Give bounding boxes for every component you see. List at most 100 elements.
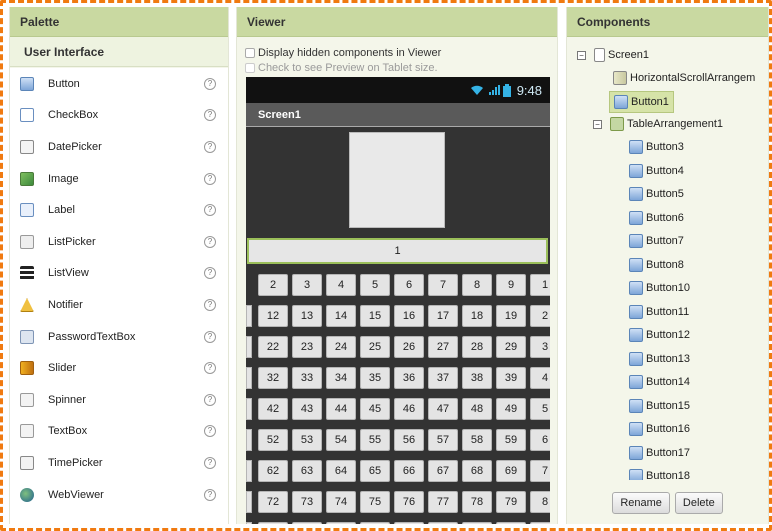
grid-button[interactable]: 64	[326, 460, 356, 482]
tablet-preview-checkbox[interactable]	[245, 62, 255, 73]
grid-button[interactable]: 35	[360, 367, 390, 389]
image-component[interactable]	[349, 132, 445, 228]
grid-button[interactable]: 84	[326, 522, 356, 524]
tree-node-button16[interactable]: Button16	[629, 419, 690, 439]
grid-button[interactable]: 5	[530, 398, 550, 420]
tree-node-hscroll[interactable]: HorizontalScrollArrangem	[613, 68, 755, 88]
grid-button[interactable]: 19	[496, 305, 526, 327]
delete-button[interactable]: Delete	[674, 492, 723, 514]
grid-button[interactable]: 23	[292, 336, 322, 358]
grid-button[interactable]: 79	[496, 491, 526, 513]
grid-button[interactable]: 55	[360, 429, 390, 451]
tree-node-button5[interactable]: Button5	[629, 184, 684, 204]
grid-button[interactable]: 2	[530, 305, 550, 327]
grid-button[interactable]: 36	[394, 367, 424, 389]
grid-button[interactable]: 66	[394, 460, 424, 482]
display-hidden-option[interactable]: Display hidden components in Viewer	[245, 45, 557, 60]
grid-left-cell[interactable]	[246, 398, 252, 420]
grid-button[interactable]: 46	[394, 398, 424, 420]
grid-button[interactable]: 63	[292, 460, 322, 482]
tree-node-button13[interactable]: Button13	[629, 349, 690, 369]
grid-button[interactable]: 14	[326, 305, 356, 327]
help-icon[interactable]: ?	[204, 456, 216, 469]
grid-button[interactable]: 62	[258, 460, 288, 482]
grid-button[interactable]: 56	[394, 429, 424, 451]
grid-button[interactable]: 33	[292, 367, 322, 389]
tablet-preview-option[interactable]: Check to see Preview on Tablet size.	[245, 60, 557, 75]
grid-button[interactable]: 85	[360, 522, 390, 524]
grid-button[interactable]: 37	[428, 367, 458, 389]
help-icon[interactable]: ?	[204, 425, 216, 438]
help-icon[interactable]: ?	[204, 235, 216, 248]
grid-left-cell[interactable]	[246, 522, 252, 524]
grid-button[interactable]: 34	[326, 367, 356, 389]
tree-node-button7[interactable]: Button7	[629, 231, 684, 251]
grid-button[interactable]: 48	[462, 398, 492, 420]
grid-left-cell[interactable]	[246, 460, 252, 482]
grid-button[interactable]: 4	[326, 274, 356, 296]
grid-button[interactable]: 8	[462, 274, 492, 296]
grid-button[interactable]: 13	[292, 305, 322, 327]
grid-button[interactable]: 59	[496, 429, 526, 451]
grid-button[interactable]: 67	[428, 460, 458, 482]
help-icon[interactable]: ?	[204, 298, 216, 311]
tree-node-button10[interactable]: Button10	[629, 278, 690, 298]
grid-button[interactable]: 76	[394, 491, 424, 513]
grid-button[interactable]: 45	[360, 398, 390, 420]
grid-button[interactable]: 87	[428, 522, 458, 524]
grid-button[interactable]: 65	[360, 460, 390, 482]
tree-node-button4[interactable]: Button4	[629, 161, 684, 181]
grid-button[interactable]: 6	[530, 429, 550, 451]
grid-left-cell[interactable]	[246, 491, 252, 513]
grid-left-cell[interactable]	[246, 305, 252, 327]
palette-item-checkbox[interactable]: CheckBox?	[10, 100, 228, 132]
grid-button[interactable]: 68	[462, 460, 492, 482]
tree-node-button14[interactable]: Button14	[629, 372, 690, 392]
grid-button[interactable]: 58	[462, 429, 492, 451]
palette-item-listview[interactable]: ListView?	[10, 258, 228, 290]
collapse-icon[interactable]: −	[593, 119, 602, 129]
help-icon[interactable]: ?	[204, 77, 216, 90]
grid-button[interactable]: 5	[360, 274, 390, 296]
grid-button[interactable]: 47	[428, 398, 458, 420]
help-icon[interactable]: ?	[204, 488, 216, 501]
grid-button[interactable]: 42	[258, 398, 288, 420]
grid-button[interactable]: 8	[530, 491, 550, 513]
help-icon[interactable]: ?	[204, 204, 216, 217]
tree-node-button17[interactable]: Button17	[629, 443, 690, 463]
grid-button[interactable]: 75	[360, 491, 390, 513]
grid-button[interactable]: 43	[292, 398, 322, 420]
palette-item-passwordtextbox[interactable]: PasswordTextBox?	[10, 321, 228, 353]
palette-item-datepicker[interactable]: DatePicker?	[10, 131, 228, 163]
palette-item-spinner[interactable]: Spinner?	[10, 384, 228, 416]
grid-button[interactable]: 9	[530, 522, 550, 524]
grid-button[interactable]: 32	[258, 367, 288, 389]
grid-button[interactable]: 73	[292, 491, 322, 513]
help-icon[interactable]: ?	[204, 140, 216, 153]
button1-component[interactable]: 1	[247, 238, 548, 264]
palette-item-button[interactable]: Button?	[10, 68, 228, 100]
grid-button[interactable]: 28	[462, 336, 492, 358]
grid-button[interactable]: 69	[496, 460, 526, 482]
grid-button[interactable]: 29	[496, 336, 526, 358]
grid-button[interactable]: 49	[496, 398, 526, 420]
palette-item-slider[interactable]: Slider?	[10, 352, 228, 384]
grid-left-cell[interactable]	[246, 336, 252, 358]
grid-button[interactable]: 18	[462, 305, 492, 327]
palette-item-notifier[interactable]: Notifier?	[10, 289, 228, 321]
grid-button[interactable]: 17	[428, 305, 458, 327]
grid-button[interactable]: 15	[360, 305, 390, 327]
grid-button[interactable]: 52	[258, 429, 288, 451]
tree-node-button18[interactable]: Button18	[629, 466, 690, 480]
grid-button[interactable]: 27	[428, 336, 458, 358]
tree-node-button8[interactable]: Button8	[629, 255, 684, 275]
grid-button[interactable]: 82	[258, 522, 288, 524]
grid-button[interactable]: 7	[428, 274, 458, 296]
grid-button[interactable]: 54	[326, 429, 356, 451]
display-hidden-checkbox[interactable]	[245, 47, 255, 58]
grid-button[interactable]: 4	[530, 367, 550, 389]
grid-button[interactable]: 38	[462, 367, 492, 389]
grid-button[interactable]: 26	[394, 336, 424, 358]
tree-node-table-arrangement[interactable]: − TableArrangement1	[593, 114, 723, 134]
grid-button[interactable]: 89	[496, 522, 526, 524]
